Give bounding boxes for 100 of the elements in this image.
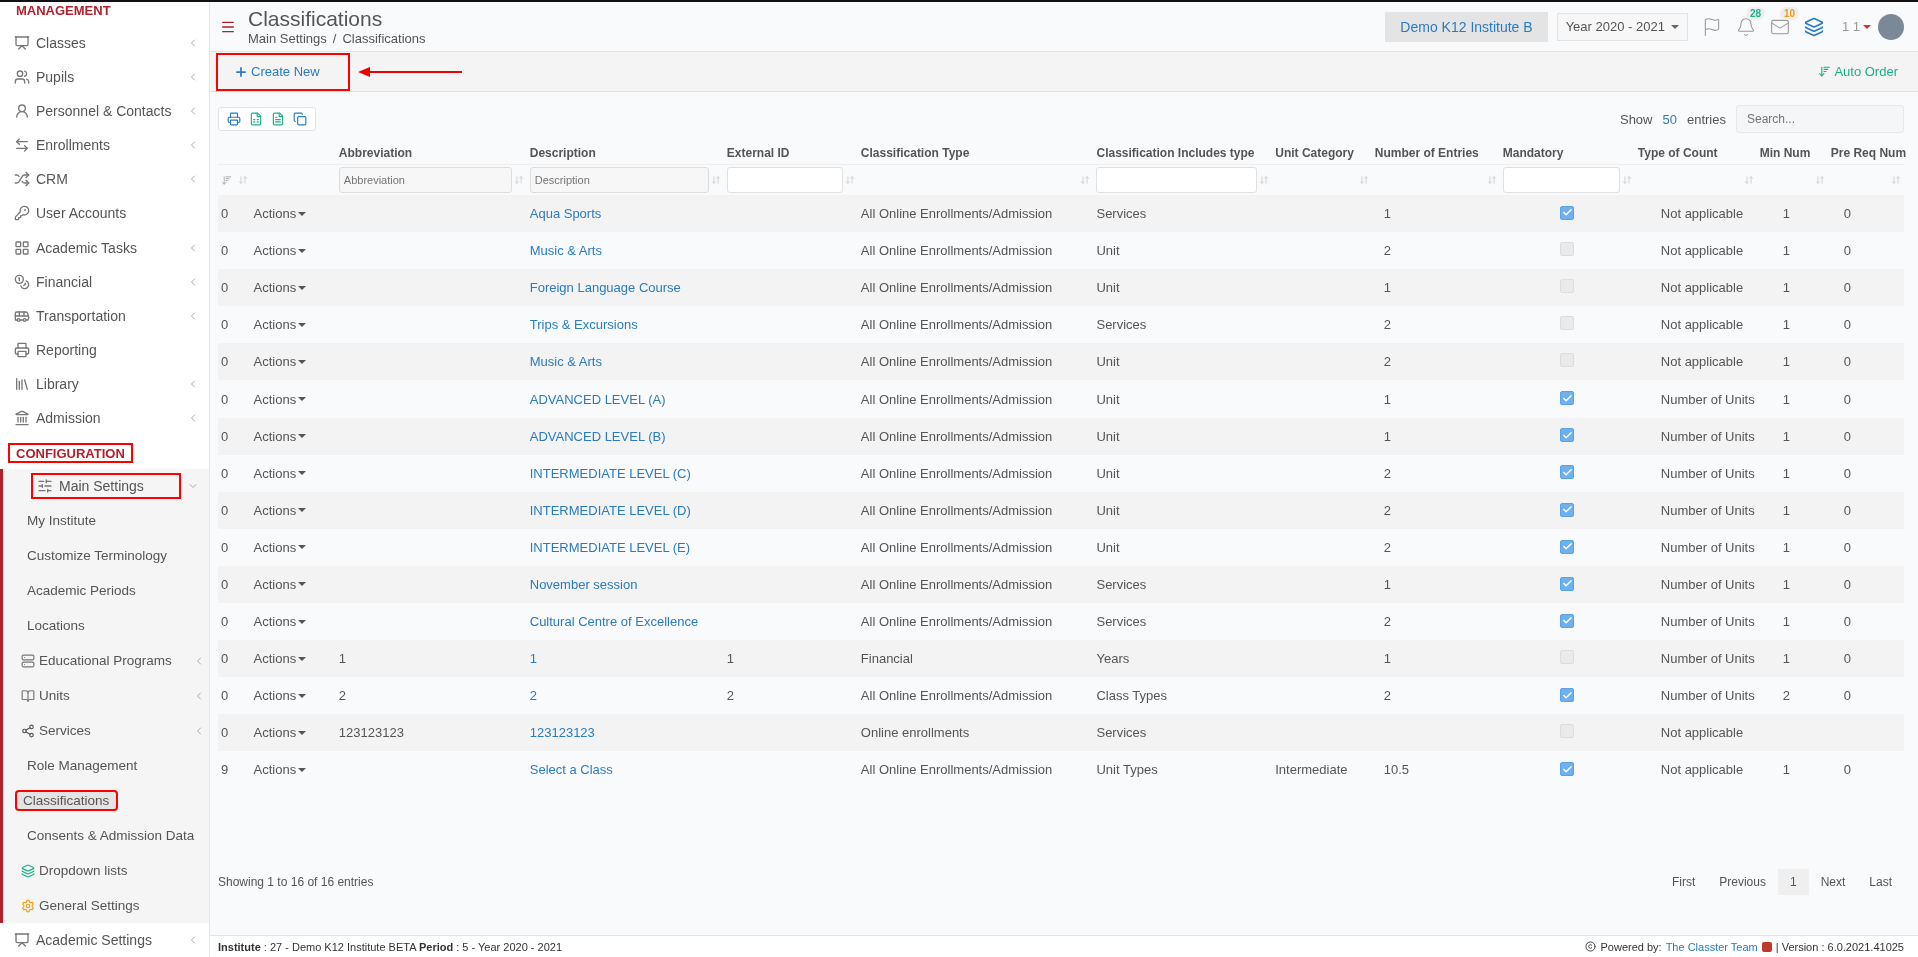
mandatory-checkbox[interactable] (1560, 762, 1575, 777)
actions-dropdown[interactable]: Actions (253, 502, 307, 518)
bell-icon[interactable] (1735, 16, 1756, 37)
mandatory-checkbox[interactable] (1560, 205, 1575, 220)
sort-icon[interactable] (1814, 175, 1825, 185)
actions-dropdown[interactable]: Actions (253, 688, 307, 704)
column-header[interactable]: Classification Includes type (1093, 142, 1273, 165)
page-size-select[interactable]: 50 (1662, 111, 1677, 127)
description-link[interactable]: 123123123 (529, 725, 595, 741)
pagination-button[interactable]: Next (1808, 869, 1858, 895)
actions-dropdown[interactable]: Actions (253, 539, 307, 555)
actions-dropdown[interactable]: Actions (253, 762, 307, 778)
mandatory-checkbox[interactable] (1560, 502, 1575, 517)
column-header[interactable]: Number of Entries (1371, 142, 1500, 165)
pagination-button[interactable]: Previous (1707, 869, 1778, 895)
mandatory-checkbox[interactable] (1560, 688, 1575, 702)
filter-field[interactable]: Description (529, 167, 709, 193)
filter-field[interactable] (726, 167, 843, 193)
mandatory-checkbox[interactable] (1560, 465, 1575, 480)
submenu-item[interactable]: Academic Periods (27, 580, 144, 601)
sort-icon[interactable] (1621, 175, 1632, 185)
description-link[interactable]: INTERMEDIATE LEVEL (C) (529, 465, 691, 481)
sort-icon[interactable] (1891, 175, 1901, 185)
actions-dropdown[interactable]: Actions (253, 725, 307, 741)
description-link[interactable]: Aqua Sports (529, 206, 602, 222)
filter-field[interactable]: Abbreviation (338, 167, 512, 193)
actions-dropdown[interactable]: Actions (253, 354, 307, 370)
submenu-item[interactable]: Role Management (27, 755, 146, 776)
create-new-button[interactable]: Create New (216, 52, 350, 91)
description-link[interactable]: 1 (529, 651, 537, 667)
column-header[interactable]: External ID (723, 142, 858, 165)
column-header[interactable]: Type of Count (1634, 142, 1757, 165)
description-link[interactable]: Music & Arts (529, 354, 602, 370)
actions-dropdown[interactable]: Actions (253, 651, 307, 667)
column-header[interactable]: Classification Type (857, 142, 1094, 165)
copy-icon[interactable] (293, 112, 307, 126)
submenu-item[interactable]: General Settings (21, 895, 148, 916)
sort-icon[interactable] (1486, 175, 1497, 185)
pagination-button[interactable]: Last (1857, 869, 1904, 895)
document-icon[interactable] (271, 112, 285, 126)
sort-icon[interactable] (237, 175, 248, 185)
column-header[interactable]: Mandatory (1499, 142, 1635, 165)
description-link[interactable]: Trips & Excursions (529, 317, 638, 333)
description-link[interactable]: ADVANCED LEVEL (A) (529, 391, 666, 407)
submenu-item[interactable]: Units (21, 685, 78, 706)
actions-dropdown[interactable]: Actions (253, 465, 307, 481)
actions-dropdown[interactable]: Actions (253, 243, 307, 259)
description-link[interactable]: November session (529, 577, 638, 592)
column-header[interactable]: Min Num (1756, 142, 1828, 165)
submenu-item[interactable]: Customize Terminology (27, 545, 176, 566)
sort-icon[interactable] (1259, 175, 1270, 185)
pagination-button[interactable]: First (1659, 869, 1708, 895)
description-link[interactable]: INTERMEDIATE LEVEL (D) (529, 502, 691, 518)
column-header[interactable]: Pre Req Num (1827, 142, 1904, 165)
filter-field[interactable] (1096, 167, 1258, 193)
sort-icon[interactable] (1743, 175, 1754, 185)
description-link[interactable]: Foreign Language Course (529, 280, 681, 296)
actions-dropdown[interactable]: Actions (253, 577, 307, 592)
actions-dropdown[interactable]: Actions (253, 206, 307, 222)
mandatory-checkbox[interactable] (1560, 576, 1575, 591)
spreadsheet-icon[interactable] (249, 112, 263, 126)
description-link[interactable]: Music & Arts (529, 243, 602, 259)
submenu-item[interactable]: Locations (27, 615, 93, 636)
mandatory-checkbox[interactable] (1560, 539, 1575, 554)
column-header[interactable]: Description (526, 142, 724, 165)
submenu-item[interactable]: Classifications (15, 790, 118, 811)
avatar[interactable] (1878, 13, 1904, 40)
year-select[interactable]: Year 2020 - 2021 (1556, 12, 1688, 41)
submenu-item[interactable]: Consents & Admission Data (27, 825, 203, 846)
sidebar-item[interactable]: Main Settings (0, 468, 209, 503)
sort-order-icon[interactable] (221, 174, 232, 186)
submenu-item[interactable]: Educational Programs (21, 650, 180, 671)
pagination-button[interactable]: 1 (1777, 869, 1809, 895)
filter-field[interactable] (1502, 167, 1620, 193)
actions-dropdown[interactable]: Actions (253, 280, 307, 296)
sort-icon[interactable] (1358, 175, 1369, 185)
submenu-item[interactable]: My Institute (27, 510, 105, 531)
description-link[interactable]: Cultural Centre of Excellence (529, 614, 699, 630)
sort-icon[interactable] (844, 175, 855, 185)
column-header[interactable]: Abbreviation (335, 142, 527, 165)
institute-button[interactable]: Demo K12 Institute B (1385, 11, 1548, 42)
caret-icon[interactable] (1863, 24, 1871, 29)
mandatory-checkbox[interactable] (1560, 391, 1575, 406)
actions-dropdown[interactable]: Actions (253, 391, 307, 407)
description-link[interactable]: INTERMEDIATE LEVEL (E) (529, 539, 691, 555)
search-field[interactable]: Search... (1736, 105, 1904, 133)
column-header[interactable]: Unit Category (1272, 142, 1372, 165)
print-icon[interactable] (227, 112, 241, 126)
actions-dropdown[interactable]: Actions (253, 614, 307, 630)
submenu-item[interactable]: Dropdown lists (21, 860, 136, 881)
actions-dropdown[interactable]: Actions (253, 317, 307, 333)
breadcrumb-item[interactable]: Main Settings (248, 31, 327, 46)
description-link[interactable]: Select a Class (529, 762, 613, 778)
description-link[interactable]: ADVANCED LEVEL (B) (529, 428, 666, 444)
sort-icon[interactable] (1080, 175, 1091, 185)
mandatory-checkbox[interactable] (1560, 613, 1575, 628)
description-link[interactable]: 2 (529, 688, 537, 704)
mandatory-checkbox[interactable] (1560, 428, 1575, 443)
sort-icon[interactable] (513, 175, 524, 185)
submenu-item[interactable]: Services (21, 720, 99, 741)
